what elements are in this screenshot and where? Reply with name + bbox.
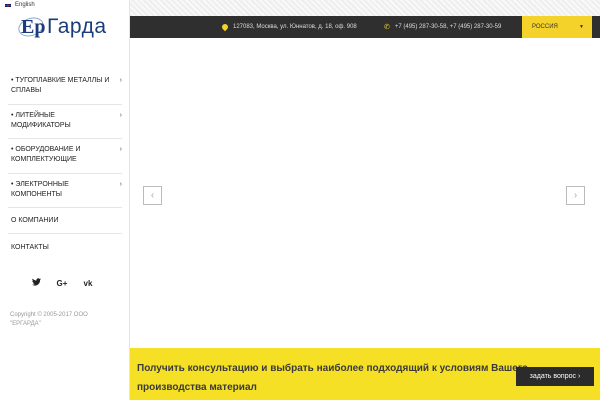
main-menu: • ТУГОПЛАВКИЕ МЕТАЛЛЫ И СПЛАВЫ › • ЛИТЕЙ… [8, 70, 122, 260]
slider-prev-button[interactable]: ‹ [143, 186, 162, 205]
hero-slider: ‹ › [130, 38, 600, 348]
menu-item-label: О КОМПАНИИ [11, 217, 59, 224]
chevron-left-icon: ‹ [150, 190, 155, 201]
twitter-icon[interactable] [30, 278, 42, 288]
copyright: Copyright © 2005-2017 ООО "ЕРГАРДА" [10, 312, 88, 327]
slider-next-button[interactable]: › [566, 186, 585, 205]
phone-icon: ✆ [384, 24, 390, 31]
chevron-right-icon: › [577, 373, 581, 380]
menu-item-label: • ОБОРУДОВАНИЕ И КОМПЛЕКТУЮЩИЕ [11, 146, 81, 163]
sidebar: English Ер Гарда • ТУГОПЛАВКИЕ МЕТАЛЛЫ И… [0, 0, 130, 400]
header-info-bar: 127083, Москва, ул. Юннатов, д. 18, оф. … [130, 16, 600, 38]
language-label: English [15, 2, 35, 8]
phone-block: ✆ +7 (495) 287-30-58, +7 (495) 287-30-59 [384, 16, 501, 38]
menu-item-foundry-modifiers[interactable]: • ЛИТЕЙНЫЕ МОДИФИКАТОРЫ › [8, 105, 122, 139]
ask-question-button[interactable]: задать вопрос › [516, 367, 594, 386]
consultation-bar: Получить консультацию и выбрать наиболее… [130, 348, 600, 400]
region-value: РОССИЯ [532, 24, 558, 30]
menu-item-label: • ЛИТЕЙНЫЕ МОДИФИКАТОРЫ [11, 112, 71, 129]
address-block: 127083, Москва, ул. Юннатов, д. 18, оф. … [222, 16, 357, 38]
chevron-right-icon: › [119, 112, 122, 119]
logo[interactable]: Ер Гарда [15, 12, 118, 42]
location-pin-icon [222, 24, 228, 31]
google-plus-icon[interactable]: G+ [56, 279, 68, 288]
ask-question-label: задать вопрос [529, 373, 577, 380]
menu-item-refractory-metals[interactable]: • ТУГОПЛАВКИЕ МЕТАЛЛЫ И СПЛАВЫ › [8, 70, 122, 105]
chevron-right-icon: › [119, 146, 122, 153]
consultation-text: Получить консультацию и выбрать наиболее… [137, 363, 528, 393]
menu-item-equipment[interactable]: • ОБОРУДОВАНИЕ И КОМПЛЕКТУЮЩИЕ › [8, 139, 122, 174]
chevron-down-icon: ▼ [579, 24, 584, 30]
chevron-right-icon: › [119, 77, 122, 84]
logo-mark-letters: Ер [21, 16, 46, 38]
social-links: G+ vk [30, 278, 94, 288]
chevron-right-icon: › [573, 190, 578, 201]
menu-item-about[interactable]: О КОМПАНИИ [8, 208, 122, 234]
logo-text: Гарда [47, 15, 107, 38]
address-text: 127083, Москва, ул. Юннатов, д. 18, оф. … [233, 24, 357, 30]
region-select[interactable]: РОССИЯ ▼ [522, 16, 592, 38]
menu-item-contacts[interactable]: КОНТАКТЫ [8, 234, 122, 260]
menu-item-label: • ТУГОПЛАВКИЕ МЕТАЛЛЫ И СПЛАВЫ [11, 77, 110, 94]
menu-item-label: КОНТАКТЫ [11, 244, 49, 251]
vk-icon[interactable]: vk [82, 279, 94, 288]
logo-mark: Ер [15, 14, 47, 40]
menu-item-electronic-components[interactable]: • ЭЛЕКТРОННЫЕ КОМПОНЕНТЫ › [8, 174, 122, 208]
phone-text[interactable]: +7 (495) 287-30-58, +7 (495) 287-30-59 [395, 24, 501, 30]
chevron-right-icon: › [119, 181, 122, 188]
top-pattern-strip [130, 0, 600, 16]
language-switch[interactable]: English [4, 2, 35, 8]
menu-item-label: • ЭЛЕКТРОННЫЕ КОМПОНЕНТЫ [11, 181, 69, 198]
uk-flag-icon [4, 2, 12, 8]
